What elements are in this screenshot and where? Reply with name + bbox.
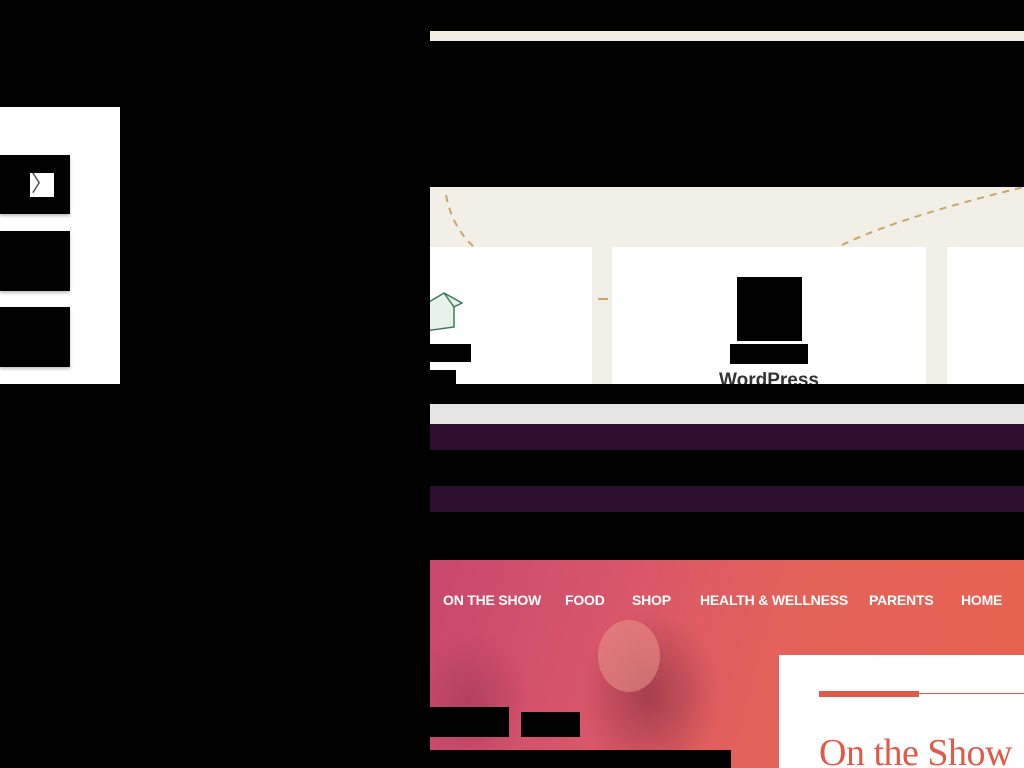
- chevron-right-icon[interactable]: 〉: [30, 173, 54, 197]
- nav-home[interactable]: HOME: [961, 592, 1002, 608]
- main-nav: ON THE SHOW FOOD SHOP HEALTH & WELLNESS …: [430, 592, 1024, 612]
- redacted-text: [430, 370, 456, 384]
- house-icon: [430, 292, 464, 331]
- purple-band: [430, 486, 1024, 512]
- redacted-text: [730, 344, 808, 364]
- redacted-text: [430, 344, 471, 362]
- left-list-item-1[interactable]: 〉: [0, 155, 70, 214]
- nav-food[interactable]: FOOD: [565, 592, 605, 608]
- redacted-text: [430, 750, 731, 768]
- left-list-item-2[interactable]: [0, 231, 70, 291]
- card-title: WordPress: [719, 370, 819, 384]
- hero-photo-figure: [430, 630, 530, 768]
- service-card-right[interactable]: [947, 247, 1024, 384]
- grey-band: [430, 404, 1024, 424]
- redacted-text: [430, 707, 509, 737]
- purple-band: [430, 424, 1024, 450]
- nav-on-the-show[interactable]: ON THE SHOW: [443, 592, 541, 608]
- redacted-text: [521, 712, 580, 737]
- hero-banner: ON THE SHOW FOOD SHOP HEALTH & WELLNESS …: [430, 560, 1024, 768]
- hero-photo-face: [598, 620, 660, 692]
- nav-shop[interactable]: SHOP: [632, 592, 671, 608]
- map-section: WordPress: [430, 187, 1024, 384]
- hero-card: On the Show: [779, 655, 1024, 768]
- service-card-wordpress[interactable]: WordPress: [612, 247, 926, 384]
- nav-parents[interactable]: PARENTS: [869, 592, 934, 608]
- left-list-item-3[interactable]: [0, 307, 70, 367]
- service-card-left[interactable]: [430, 247, 592, 384]
- top-strip: [430, 31, 1024, 41]
- redacted-logo: [737, 277, 802, 341]
- nav-health-wellness[interactable]: HEALTH & WELLNESS: [700, 592, 848, 608]
- left-panel: 〉: [0, 107, 120, 384]
- hero-card-title[interactable]: On the Show: [819, 731, 1012, 768]
- accent-bar: [819, 691, 919, 697]
